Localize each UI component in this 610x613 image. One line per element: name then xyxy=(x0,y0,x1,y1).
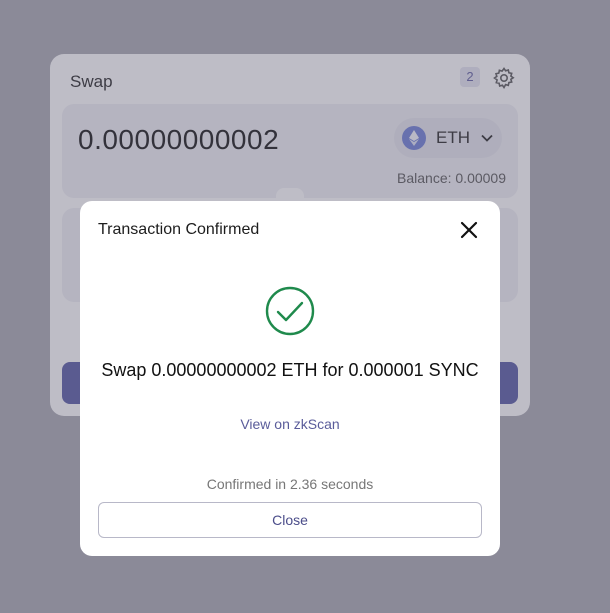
close-button[interactable]: Close xyxy=(98,502,482,538)
modal-title: Transaction Confirmed xyxy=(98,221,260,238)
swap-summary: Swap 0.00000000002 ETH for 0.000001 SYNC xyxy=(101,360,479,380)
view-on-zkscan-link[interactable]: View on zkScan xyxy=(80,416,500,432)
check-circle-icon xyxy=(265,286,315,336)
close-icon[interactable] xyxy=(460,221,478,239)
confirmation-time: Confirmed in 2.36 seconds xyxy=(206,476,374,492)
transaction-confirmed-modal: Transaction Confirmed Swap 0.00000000002… xyxy=(80,201,500,556)
